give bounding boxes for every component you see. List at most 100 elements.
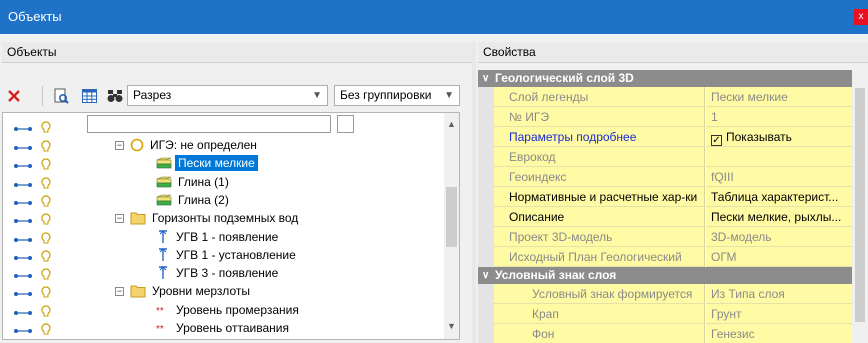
property-value-text: 1 [711,110,718,124]
property-row[interactable]: Фон Генезис [478,324,852,343]
tree-expander-icon[interactable]: − [115,140,124,150]
svg-text:**: ** [156,306,164,315]
properties-scroll-thumb[interactable] [855,88,865,322]
property-row[interactable]: Слой легенды Пески мелкие [478,87,852,107]
tree-node-label[interactable]: Пески мелкие [175,155,258,172]
tree-expander-icon[interactable]: − [115,286,124,296]
row-gutter [478,247,494,267]
property-value[interactable]: Пески мелкие [706,87,852,107]
tree-row[interactable]: − ИГЭ: не определен [3,136,443,154]
visibility-toggle-icon[interactable] [13,268,53,280]
tree-row[interactable]: ** Уровень промерзания [3,301,443,319]
visibility-toggle-icon[interactable] [13,176,53,189]
visibility-toggle-icon[interactable] [13,323,53,335]
visibility-toggle-icon[interactable] [13,305,53,317]
category-geological-layer[interactable]: ∨ Геологический слой 3D [478,70,852,87]
delete-icon[interactable] [6,86,22,106]
property-value-text: Таблица характерист... [711,190,839,204]
row-gutter [478,187,494,207]
visibility-toggle-icon[interactable] [13,158,53,170]
folder-icon [130,284,146,298]
property-row[interactable]: № ИГЭ 1 [478,107,852,127]
tree-node-label[interactable]: УГВ 1 - появление [173,229,281,245]
tree-row[interactable]: Пески мелкие [3,154,443,172]
visibility-toggle-icon[interactable] [13,213,53,225]
tree-scroll-thumb[interactable] [446,187,457,247]
tree-node-label[interactable]: Уровень оттаивания [173,320,292,336]
tree-expander-icon[interactable]: − [115,213,124,223]
property-value[interactable]: fQIII [706,167,852,187]
tree-node-label[interactable]: УГВ 1 - установление [173,247,299,263]
category-conventional-sign[interactable]: ∨ Условный знак слоя [478,267,852,284]
property-value[interactable]: Таблица характерист... [706,187,852,207]
grouping-select[interactable]: Без группировки ▼ [334,85,460,106]
property-value[interactable]: 1 [706,107,852,127]
checkbox[interactable]: ✓ [711,135,722,146]
property-row[interactable]: Описание Пески мелкие, рыхлы... [478,207,852,227]
tree-node-label[interactable]: Уровень промерзания [173,302,302,318]
property-value[interactable]: ✓ Показывать [706,127,852,147]
tree-row[interactable]: УГВ 1 - установление [3,246,443,264]
property-row[interactable]: Исходный План Геологический ОГМ [478,247,852,267]
property-value[interactable]: Из Типа слоя [706,284,852,304]
scroll-up-icon[interactable]: ▲ [444,119,459,129]
property-row[interactable]: Параметры подробнее ✓ Показывать [478,127,852,147]
scroll-down-icon[interactable]: ▼ [444,321,459,331]
tree-node-label[interactable]: Глина (2) [175,192,232,208]
tree-row[interactable]: УГВ 1 - появление [3,228,443,246]
preview-icon[interactable] [52,86,70,106]
objects-tree[interactable]: − ИГЭ: не определен Пески мелкие Глина (1) Г… [2,112,460,340]
property-value[interactable]: Пески мелкие, рыхлы... [706,207,852,227]
close-button[interactable]: x [854,9,868,25]
tree-row[interactable]: Глина (2) [3,191,443,209]
tree-row[interactable]: УГВ 3 - появление [3,264,443,282]
tree-node-label[interactable]: УГВ 3 - появление [173,265,281,281]
tree-row[interactable]: − Уровни мерзлоты [3,282,443,300]
properties-panel-header: Свойства [478,42,868,63]
tree-node-label[interactable]: Уровни мерзлоты [149,283,253,299]
tree-row[interactable]: Глина (1) [3,173,443,191]
view-select-value: Разрез [133,88,172,102]
table-icon[interactable] [80,86,98,106]
category-label: Геологический слой 3D [495,71,634,85]
property-row[interactable]: Нормативные и расчетные хар-ки Таблица ха… [478,187,852,207]
chevron-down-icon[interactable]: ∨ [482,70,489,87]
properties-scrollbar[interactable] [852,70,868,343]
tree-node-label[interactable]: ИГЭ: не определен [147,137,260,153]
binoculars-icon[interactable] [106,86,124,106]
property-name: Описание [494,207,705,227]
property-row[interactable]: Еврокод [478,147,852,167]
tree-node-label[interactable]: Глина (1) [175,174,232,190]
visibility-toggle-icon[interactable] [13,231,53,244]
property-value[interactable]: 3D-модель [706,227,852,247]
tree-row[interactable]: ** Уровень оттаивания [3,319,443,337]
toolbar-separator [42,86,43,106]
chevron-down-icon[interactable]: ∨ [482,267,489,284]
row-gutter [478,227,494,247]
panel-splitter[interactable] [472,42,476,343]
property-row[interactable]: Геоиндекс fQIII [478,167,852,187]
visibility-toggle-icon[interactable] [13,121,53,133]
property-row[interactable]: Крап Грунт [478,304,852,324]
visibility-toggle-icon[interactable] [13,140,53,152]
property-row[interactable]: Условный знак формируется Из Типа слоя [478,284,852,304]
visibility-toggle-icon[interactable] [13,286,53,298]
property-value[interactable]: Генезис [706,324,852,343]
frost-icon: ** [156,323,170,333]
tree-node-label[interactable]: Горизонты подземных вод [149,210,301,226]
tree-scrollbar[interactable]: ▲ ▼ [444,113,459,339]
tree-row[interactable] [3,117,443,135]
property-value[interactable]: ОГМ [706,247,852,267]
water-icon [156,266,170,280]
visibility-toggle-icon[interactable] [13,195,53,207]
chevron-down-icon: ▼ [444,90,454,101]
visibility-toggle-icon[interactable] [13,250,53,262]
view-select[interactable]: Разрез ▼ [127,85,328,106]
property-row[interactable]: Проект 3D-модель 3D-модель [478,227,852,247]
tree-row[interactable]: − Горизонты подземных вод [3,209,443,227]
objects-toolbar: Разрез ▼ Без группировки ▼ [0,62,472,110]
property-value-text: Показывать [726,130,792,144]
property-value[interactable] [706,147,852,167]
property-value[interactable]: Грунт [706,304,852,324]
folder-icon [130,211,146,225]
